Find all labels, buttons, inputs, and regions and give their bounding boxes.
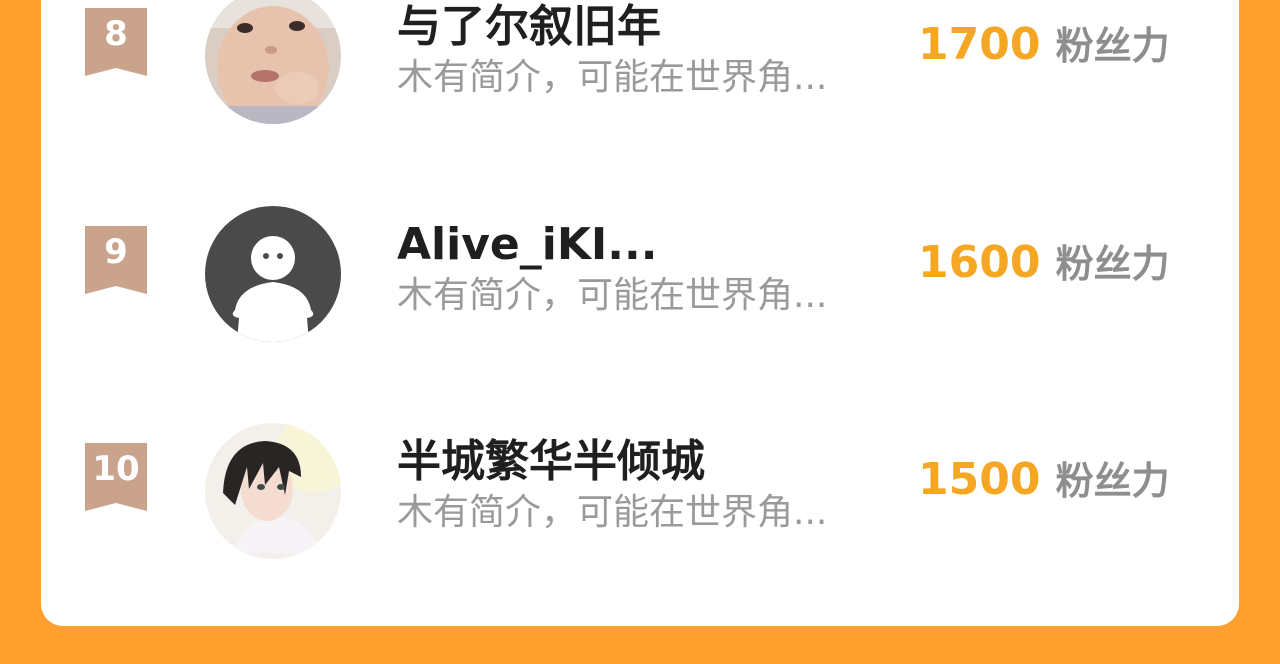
fans-score: 1700 粉丝力 bbox=[918, 15, 1218, 84]
fans-score: 1600 粉丝力 bbox=[918, 233, 1218, 302]
fans-unit-label: 粉丝力 bbox=[1055, 459, 1170, 503]
default-ghost-avatar[interactable] bbox=[205, 206, 341, 342]
fans-unit-label: 粉丝力 bbox=[1055, 24, 1170, 68]
baby-photo-avatar[interactable] bbox=[205, 0, 341, 124]
fans-unit-label: 粉丝力 bbox=[1055, 242, 1170, 286]
user-bio: 木有简介，可能在世界角... bbox=[397, 275, 828, 316]
fans-score: 1500 粉丝力 bbox=[918, 450, 1218, 519]
user-name[interactable]: Alive_iKI... bbox=[397, 217, 897, 273]
rank-number: 10 bbox=[92, 449, 140, 489]
user-name[interactable]: 半城繁华半倾城 bbox=[397, 434, 897, 490]
fans-number: 1600 bbox=[918, 237, 1041, 288]
ranking-row[interactable]: 10 半城繁华半倾城 木有简介，可能在世界角... 1500 粉丝力 bbox=[41, 406, 1239, 559]
user-bio: 木有简介，可能在世界角... bbox=[397, 492, 828, 533]
ranking-row[interactable]: 8 与了尔叙旧年 木有简介，可能在世界角... 1700 粉丝力 bbox=[41, 0, 1239, 124]
rank-number: 9 bbox=[104, 232, 128, 272]
rank-badge: 8 bbox=[85, 8, 147, 76]
ranking-row[interactable]: 9 Alive_iKI... 木有简介，可能在世界角... 1600 粉丝力 bbox=[41, 189, 1239, 342]
ranking-card: 8 与了尔叙旧年 木有简介，可能在世界角... 1700 粉丝力 9 Alive… bbox=[41, 0, 1239, 626]
fans-number: 1700 bbox=[918, 19, 1041, 70]
fans-number: 1500 bbox=[918, 454, 1041, 505]
user-name[interactable]: 与了尔叙旧年 bbox=[397, 0, 897, 55]
rank-badge: 9 bbox=[85, 226, 147, 294]
rank-number: 8 bbox=[104, 14, 128, 54]
rank-badge: 10 bbox=[85, 443, 147, 511]
anime-boy-avatar[interactable] bbox=[205, 423, 341, 559]
user-bio: 木有简介，可能在世界角... bbox=[397, 57, 828, 98]
